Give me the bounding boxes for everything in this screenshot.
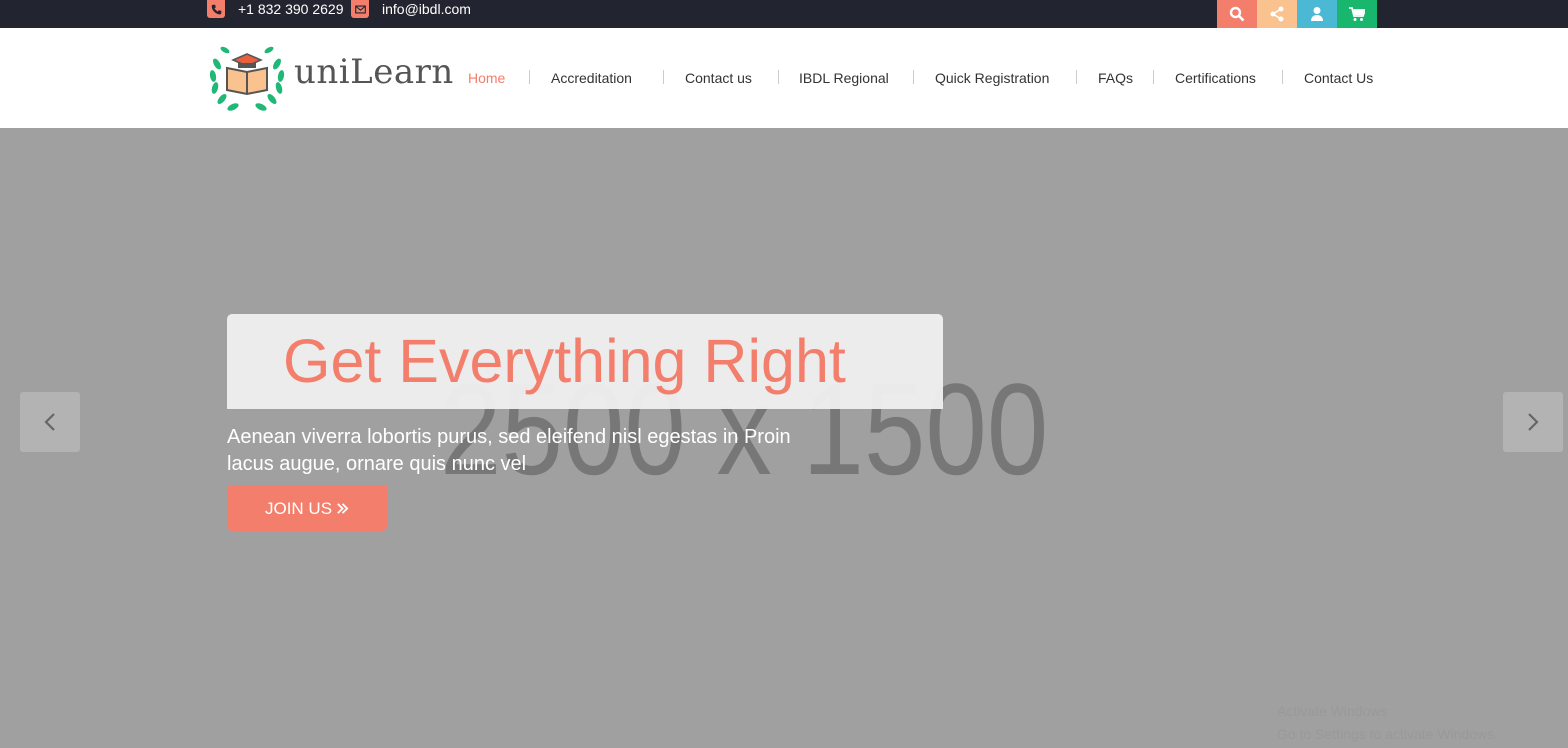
- nav-ibdl-regional[interactable]: IBDL Regional: [799, 28, 889, 128]
- watermark-line-1: Activate Windows: [1277, 703, 1388, 719]
- nav-divider: [1153, 70, 1154, 84]
- cart-button[interactable]: [1337, 0, 1377, 28]
- share-button[interactable]: [1257, 0, 1297, 28]
- nav-contact-us[interactable]: Contact us: [685, 28, 752, 128]
- nav-quick-registration[interactable]: Quick Registration: [935, 28, 1049, 128]
- hero-title: Get Everything Right: [283, 327, 846, 395]
- double-chevron-right-icon: [337, 503, 349, 514]
- watermark-line-2: Go to Settings to activate Windows.: [1277, 726, 1498, 742]
- nav-faqs[interactable]: FAQs: [1098, 28, 1133, 128]
- account-button[interactable]: [1297, 0, 1337, 28]
- hero-slider: 2500 x 1500 Get Everything Right Aenean …: [0, 128, 1568, 748]
- chevron-right-icon: [1528, 413, 1539, 431]
- email-contact[interactable]: info@ibdl.com: [351, 0, 471, 18]
- search-button[interactable]: [1217, 0, 1257, 28]
- envelope-icon: [351, 0, 369, 18]
- nav-divider: [913, 70, 914, 84]
- nav-divider: [1282, 70, 1283, 84]
- nav-divider: [663, 70, 664, 84]
- slider-next-button[interactable]: [1503, 392, 1563, 452]
- top-bar: +1 832 390 2629 info@ibdl.com: [0, 0, 1568, 28]
- search-icon: [1229, 6, 1245, 22]
- nav-divider: [1076, 70, 1077, 84]
- brand-name[interactable]: uniLearn: [294, 52, 454, 92]
- nav-divider: [529, 70, 530, 84]
- phone-icon: [207, 0, 225, 18]
- hero-title-box: Get Everything Right: [227, 314, 943, 409]
- share-icon: [1270, 6, 1284, 22]
- chevron-left-icon: [44, 413, 55, 431]
- nav-contact-us-2[interactable]: Contact Us: [1304, 28, 1373, 128]
- hero-subtitle: Aenean viverra lobortis purus, sed eleif…: [227, 426, 791, 475]
- nav-certifications[interactable]: Certifications: [1175, 28, 1256, 128]
- nav-accreditation[interactable]: Accreditation: [551, 28, 632, 128]
- phone-number: +1 832 390 2629: [238, 1, 344, 17]
- site-header: uniLearn Home Accreditation Contact us I…: [0, 28, 1568, 128]
- slider-prev-button[interactable]: [20, 392, 80, 452]
- join-us-button[interactable]: JOIN US: [227, 486, 387, 531]
- email-address: info@ibdl.com: [382, 1, 471, 17]
- cart-icon: [1349, 7, 1365, 21]
- laurel-book-logo[interactable]: [207, 42, 287, 114]
- join-us-label: JOIN US: [264, 498, 333, 518]
- nav-divider: [778, 70, 779, 84]
- windows-watermark: Activate Windows Go to Settings to activ…: [1277, 700, 1498, 746]
- nav-home[interactable]: Home: [468, 28, 505, 128]
- phone-contact[interactable]: +1 832 390 2629: [207, 0, 344, 18]
- user-icon: [1311, 7, 1323, 21]
